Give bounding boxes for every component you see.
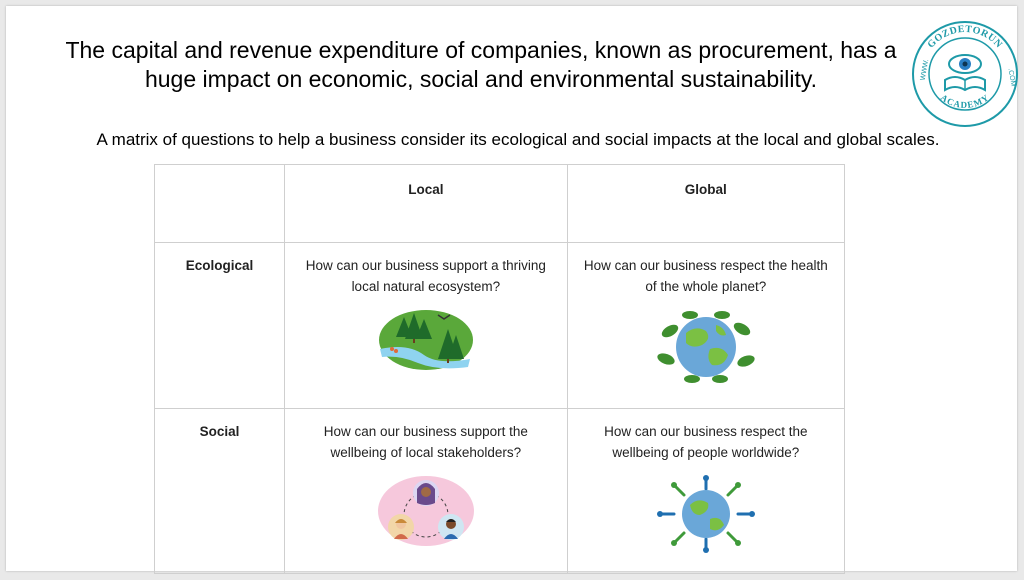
question-social-global: How can our business respect the wellbei… — [604, 424, 808, 460]
people-around-globe-icon — [656, 475, 755, 553]
cell-social-local: How can our business support the wellbei… — [284, 408, 568, 574]
column-header-local: Local — [284, 164, 568, 243]
person-top — [412, 480, 439, 506]
column-header-global: Global — [566, 164, 846, 243]
person-right — [437, 514, 464, 540]
table-row-social: Social How can our business support the … — [153, 408, 846, 574]
table-row-ecological: Ecological How can our business support … — [153, 242, 846, 409]
cell-social-global: How can our business respect the wellbei… — [566, 408, 846, 574]
question-social-local: How can our business support the wellbei… — [323, 424, 528, 460]
forest-river-icon — [378, 310, 473, 370]
person-left — [387, 514, 414, 540]
leafy-globe-icon — [657, 311, 755, 383]
cell-ecological-local: How can our business support a thriving … — [284, 242, 568, 409]
table-header-row: Local Global — [153, 164, 846, 243]
row-header-social: Social — [153, 408, 286, 574]
cell-ecological-global: How can our business respect the health … — [566, 242, 846, 409]
slide-title: The capital and revenue expenditure of c… — [65, 37, 897, 92]
impact-matrix-table: Local Global Ecological How can our busi… — [153, 164, 846, 574]
slide-subtitle: A matrix of questions to help a business… — [96, 130, 940, 149]
question-ecological-local: How can our business support a thriving … — [305, 258, 546, 294]
empty-corner-cell — [153, 164, 286, 243]
row-header-ecological: Ecological — [153, 242, 286, 409]
gozdetorun-academy-logo: GOZDETORUN ACADEMY WWW. .COM — [912, 21, 1018, 127]
question-ecological-global: How can our business respect the health … — [583, 258, 828, 294]
stakeholders-icon — [377, 476, 474, 546]
